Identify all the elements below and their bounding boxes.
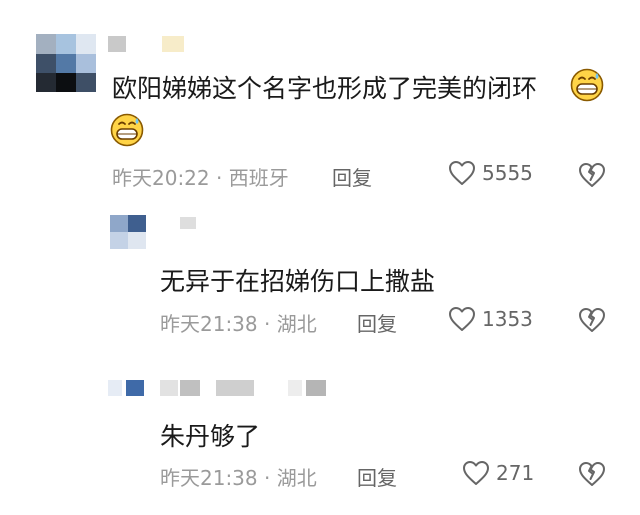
like-button[interactable]: 271: [462, 460, 534, 486]
location: 西班牙: [228, 166, 289, 190]
separator: ·: [257, 466, 277, 490]
comment-3: 朱丹够了 昨天21:38 · 湖北 回复 271: [0, 350, 640, 515]
location: 湖北: [276, 466, 317, 490]
separator: ·: [209, 166, 229, 190]
timestamp: 昨天20:22: [112, 166, 210, 190]
broken-heart-icon[interactable]: [577, 161, 607, 189]
timestamp: 昨天21:38: [160, 466, 258, 490]
username[interactable]: [180, 217, 200, 229]
avatar[interactable]: [108, 380, 146, 396]
comment-2: 无异于在招娣伤口上撒盐 昨天21:38 · 湖北 回复 1353: [0, 195, 640, 350]
heart-icon: [449, 161, 475, 185]
broken-heart-icon[interactable]: [577, 306, 607, 334]
heart-icon: [463, 461, 489, 485]
heart-icon: [449, 307, 475, 331]
broken-heart-icon[interactable]: [577, 460, 607, 488]
avatar[interactable]: [36, 34, 96, 92]
avatar[interactable]: [110, 215, 146, 249]
like-button[interactable]: 1353: [448, 306, 533, 332]
reply-button[interactable]: 回复: [357, 462, 397, 491]
comment-1: 欧阳娣娣这个名字也形成了完美的闭环 昨天20:22 · 西班牙 回复 5555: [0, 0, 640, 195]
like-count: 5555: [482, 161, 533, 185]
timestamp: 昨天21:38: [160, 312, 258, 336]
like-count: 271: [496, 461, 535, 485]
comment-text: 欧阳娣娣这个名字也形成了完美的闭环: [112, 74, 538, 103]
username[interactable]: [160, 380, 330, 396]
comment-meta: 昨天21:38 · 湖北: [160, 462, 317, 491]
grinning-sweat-emoji: [570, 68, 604, 102]
reply-button[interactable]: 回复: [357, 308, 397, 337]
like-button[interactable]: 5555: [448, 160, 533, 186]
username[interactable]: [108, 36, 186, 52]
comment-meta: 昨天20:22 · 西班牙: [112, 162, 289, 191]
grinning-sweat-emoji: [110, 113, 144, 147]
comment-meta: 昨天21:38 · 湖北: [160, 308, 317, 337]
like-count: 1353: [482, 307, 533, 331]
comment-text: 无异于在招娣伤口上撒盐: [160, 267, 436, 296]
comment-text: 朱丹够了: [160, 422, 261, 451]
location: 湖北: [276, 312, 317, 336]
separator: ·: [257, 312, 277, 336]
reply-button[interactable]: 回复: [332, 162, 372, 191]
